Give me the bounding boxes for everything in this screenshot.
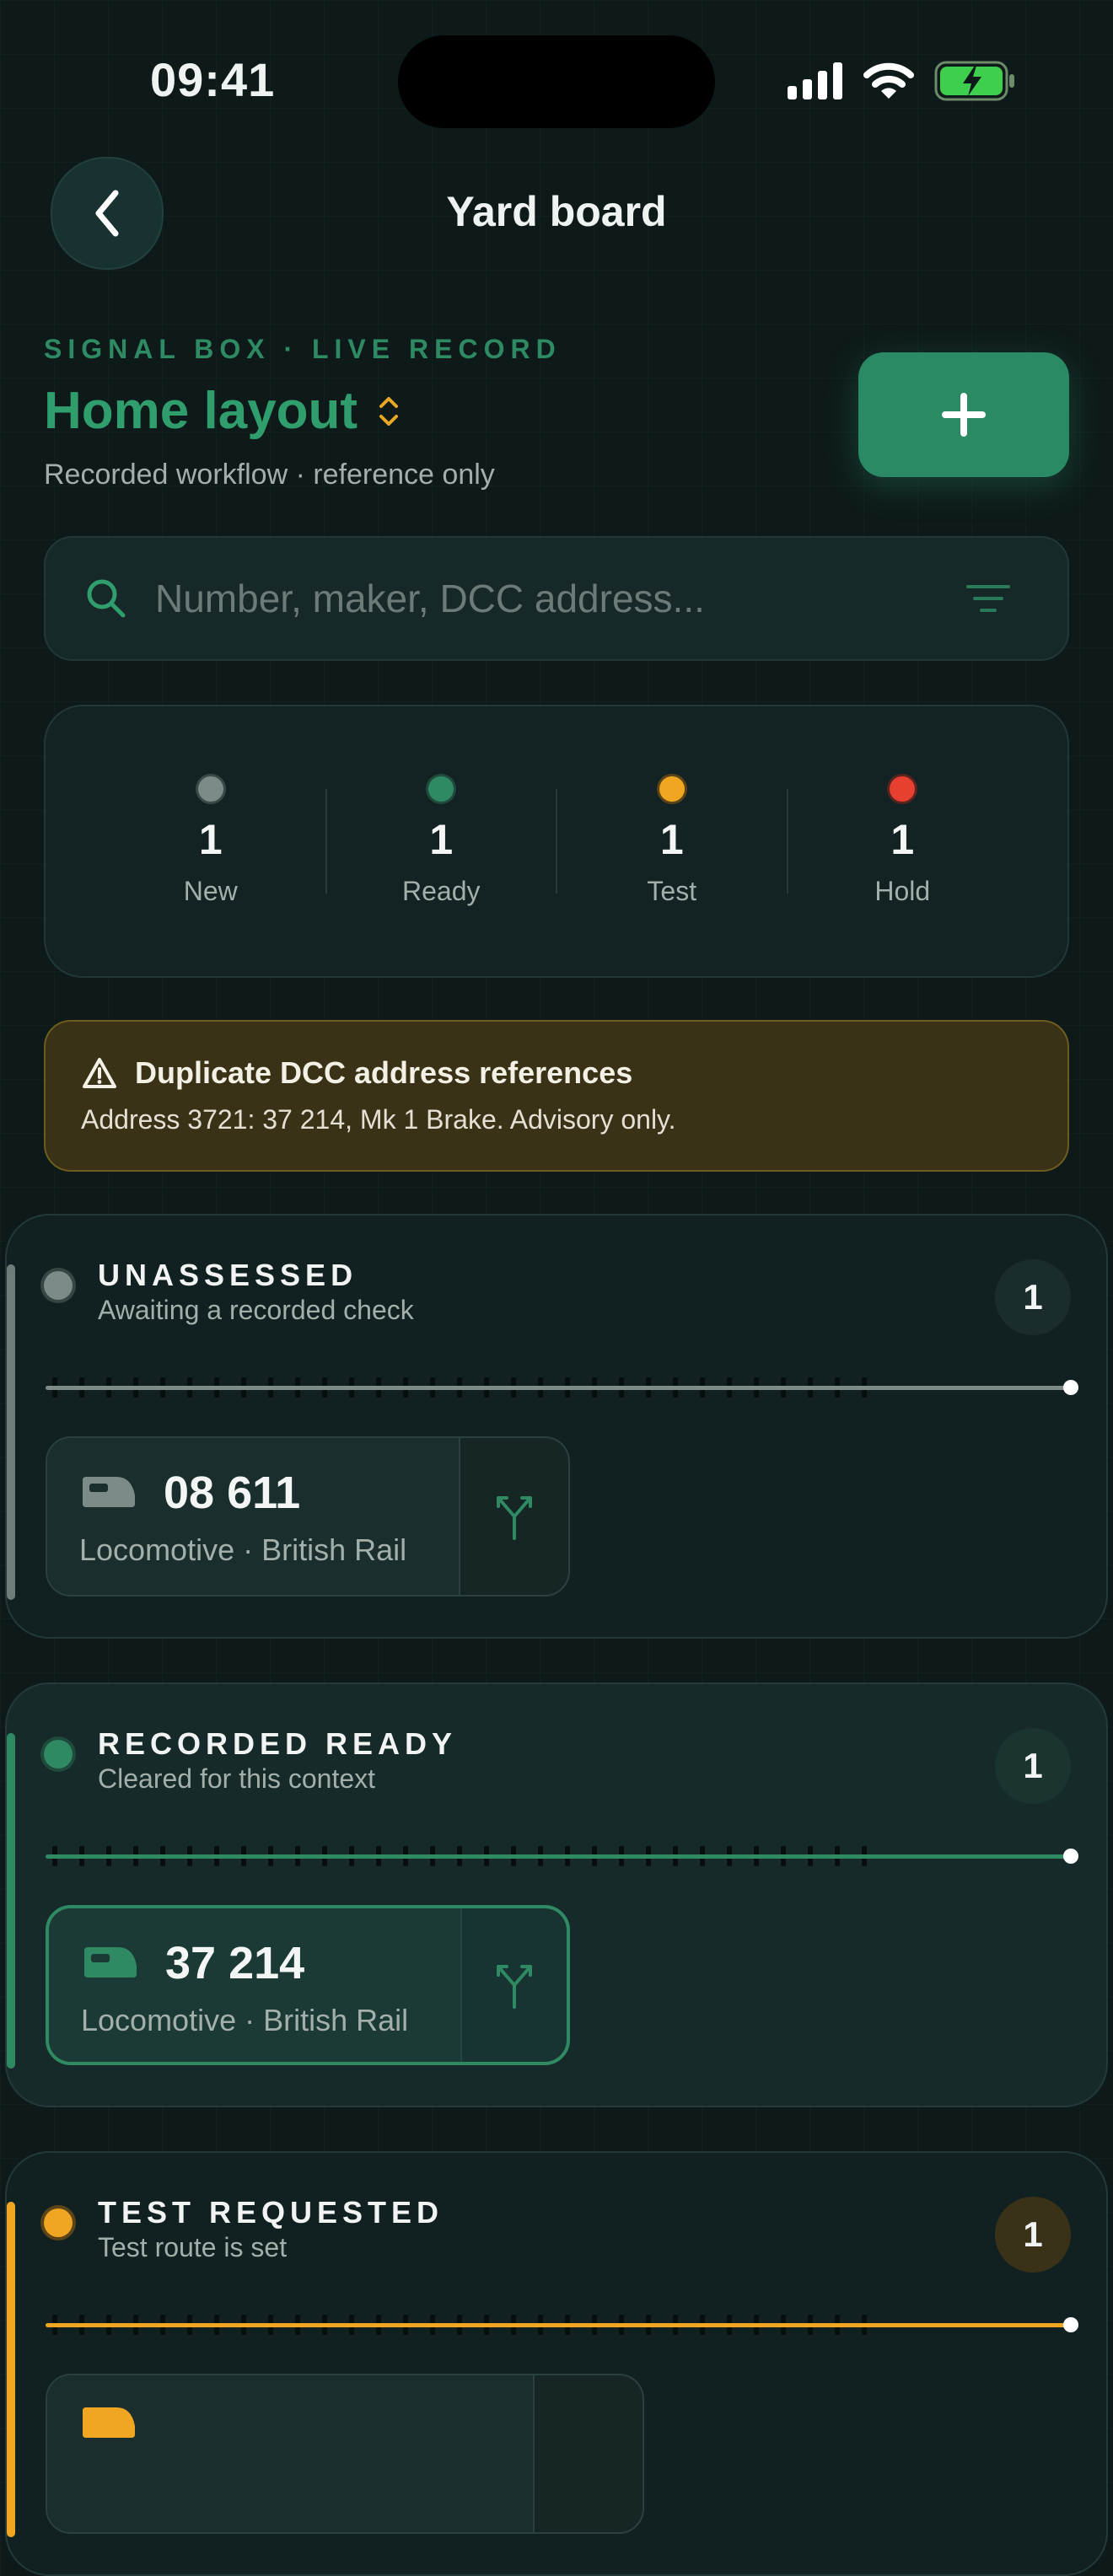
rolling-stock-card[interactable]: 37 214 Locomotive · British Rail — [46, 1905, 570, 2065]
section-title: UNASSESSED — [98, 1258, 358, 1292]
chevron-up-down-icon — [379, 396, 399, 426]
plus-icon — [942, 393, 986, 437]
section-count-badge: 1 — [995, 2197, 1071, 2273]
stat-hold[interactable]: 1 Hold — [788, 775, 1018, 907]
section-accent-bar — [7, 2202, 15, 2537]
stat-label: Hold — [874, 875, 931, 906]
battery-charging-icon — [934, 61, 1014, 101]
stat-label: Test — [647, 875, 697, 906]
header-subtitle: Recorded workflow · reference only — [44, 459, 495, 491]
status-dot — [44, 2208, 73, 2237]
card-main[interactable]: 37 214 Locomotive · British Rail — [49, 1908, 460, 2062]
section-subtitle: Cleared for this context — [98, 1763, 376, 1794]
section-title: TEST REQUESTED — [98, 2195, 444, 2230]
section-subtitle: Awaiting a recorded check — [98, 1295, 414, 1325]
rolling-stock-card[interactable]: 08 611 Locomotive · British Rail — [46, 1436, 570, 1597]
section-subtitle: Test route is set — [98, 2232, 288, 2262]
card-number: 08 611 — [164, 1468, 301, 1518]
cellular-signal-icon — [788, 62, 842, 99]
stat-label: New — [183, 875, 238, 906]
card-type: Locomotive · British Rail — [81, 2003, 409, 2037]
stat-ready[interactable]: 1 Ready — [327, 775, 556, 907]
section-accent-bar — [7, 1264, 15, 1600]
search-bar[interactable] — [44, 536, 1069, 661]
route-fork-icon — [497, 1965, 532, 2009]
warning-body: Address 3721: 37 214, Mk 1 Brake. Adviso… — [81, 1104, 676, 1135]
status-icons — [788, 56, 1015, 106]
search-icon — [87, 579, 126, 618]
dynamic-island — [398, 35, 715, 128]
locomotive-icon — [83, 1477, 135, 1507]
stat-count: 1 — [429, 815, 454, 863]
locomotive-icon — [84, 1947, 137, 1978]
route-action-button[interactable] — [460, 1908, 567, 2062]
status-time: 09:41 — [150, 53, 276, 106]
add-button[interactable] — [858, 352, 1069, 477]
card-main[interactable]: 08 611 Locomotive · British Rail — [47, 1438, 459, 1595]
status-dot — [197, 775, 223, 802]
status-dot — [428, 775, 454, 802]
stat-count: 1 — [890, 815, 915, 863]
layout-name: Home layout — [44, 382, 358, 440]
wifi-icon — [863, 62, 914, 99]
header-eyebrow: SIGNAL BOX · LIVE RECORD — [44, 334, 562, 364]
section-recorded-ready: RECORDED READY Cleared for this context … — [5, 1682, 1108, 2107]
layout-selector[interactable]: Home layout — [44, 381, 401, 441]
route-action-button[interactable] — [459, 1438, 568, 1595]
filter-icon[interactable] — [965, 582, 1012, 615]
route-action-button[interactable] — [533, 2375, 643, 2532]
warning-title: Duplicate DCC address references — [135, 1055, 633, 1090]
status-dot — [44, 1271, 73, 1300]
locomotive-icon — [83, 2407, 135, 2438]
section-test-requested: TEST REQUESTED Test route is set 1 — [5, 2151, 1108, 2576]
card-number: 37 214 — [165, 1938, 305, 1988]
stat-count: 1 — [198, 815, 223, 863]
status-dot — [659, 775, 685, 802]
warning-icon — [83, 1058, 116, 1088]
section-count-badge: 1 — [995, 1259, 1071, 1335]
section-accent-bar — [7, 1733, 15, 2069]
section-count-badge: 1 — [995, 1728, 1071, 1804]
rolling-stock-card[interactable] — [46, 2374, 644, 2534]
page-title: Yard board — [446, 188, 667, 235]
stat-count: 1 — [659, 815, 684, 863]
stat-label: Ready — [402, 875, 481, 906]
status-dot — [890, 775, 916, 802]
duplicate-address-warning: Duplicate DCC address references Address… — [44, 1020, 1069, 1172]
section-track — [46, 2315, 1078, 2335]
section-track — [46, 1377, 1078, 1398]
stat-test[interactable]: 1 Test — [557, 775, 787, 907]
card-type: Locomotive · British Rail — [79, 1532, 407, 1567]
section-unassessed: UNASSESSED Awaiting a recorded check 1 0… — [5, 1214, 1108, 1639]
search-input[interactable] — [153, 575, 933, 622]
card-main[interactable] — [47, 2375, 533, 2532]
section-title: RECORDED READY — [98, 1726, 458, 1761]
status-dot — [44, 1740, 73, 1768]
stat-new[interactable]: 1 New — [96, 775, 325, 907]
status-summary: 1 New 1 Ready 1 Test 1 Hold — [44, 705, 1069, 978]
route-fork-icon — [497, 1496, 532, 1540]
section-track — [46, 1846, 1078, 1866]
